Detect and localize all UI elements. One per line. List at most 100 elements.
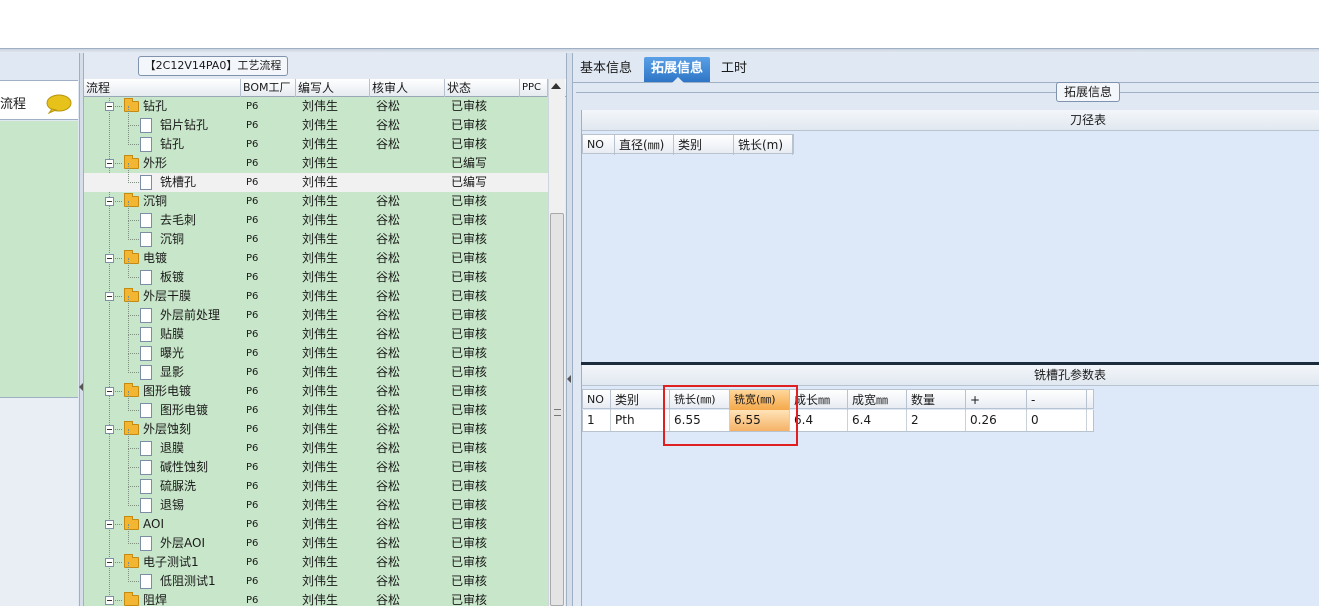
table-row[interactable]: 沉铜 P6 刘伟生 谷松 已审核 (84, 220, 548, 249)
table-row[interactable]: 图形电镀 P6 刘伟生 谷松 已审核 (84, 391, 548, 420)
node-label: 碱性蚀刻 (160, 460, 209, 474)
column-header-status[interactable]: 状态 (445, 79, 520, 97)
writer-cell: 刘伟生 (302, 365, 339, 379)
table-row[interactable]: 硫脲洗 P6 刘伟生 谷松 已审核 (84, 467, 548, 496)
writer-cell: 刘伟生 (302, 517, 339, 531)
cell-no[interactable]: 1 (583, 410, 611, 431)
node-label: 沉铜 (160, 232, 185, 246)
document-icon (140, 479, 152, 494)
collapse-toggle-icon[interactable] (105, 425, 114, 434)
col-finish-length[interactable]: 成长㎜ (790, 390, 848, 410)
table-row[interactable]: 外形 P6 刘伟生 已编写 (84, 154, 548, 173)
scrollbar-thumb[interactable] (550, 213, 564, 606)
col-quantity[interactable]: 数量 (907, 390, 966, 410)
collapse-toggle-icon[interactable] (105, 254, 114, 263)
table-row[interactable]: 曝光 P6 刘伟生 谷松 已审核 (84, 334, 548, 363)
column-header-writer[interactable]: 编写人 (296, 79, 370, 97)
tab-basic-info[interactable]: 基本信息 (573, 57, 639, 82)
tree-connector (128, 315, 139, 316)
cell-finish-width[interactable]: 6.4 (848, 410, 907, 431)
table-row[interactable]: 铝片钻孔 P6 刘伟生 谷松 已审核 (84, 106, 548, 135)
table-row[interactable]: 阻焊 P6 刘伟生 谷松 已审核 (84, 591, 548, 606)
cell-category[interactable]: Pth (611, 410, 670, 431)
column-header-reviewer[interactable]: 核审人 (370, 79, 445, 97)
col-no[interactable]: NO (583, 390, 611, 410)
table-row[interactable]: 退锡 P6 刘伟生 谷松 已审核 (84, 486, 548, 515)
col-category[interactable]: 类别 (611, 390, 670, 410)
table-row[interactable]: 板镀 P6 刘伟生 谷松 已审核 (84, 258, 548, 287)
table-row[interactable]: 贴膜 P6 刘伟生 谷松 已审核 (84, 315, 548, 344)
scroll-up-icon[interactable] (551, 83, 561, 89)
col-plus-tol[interactable]: + (966, 390, 1027, 410)
tree-connector (128, 163, 129, 183)
bom-cell: P6 (246, 557, 259, 568)
column-header-process[interactable]: 流程 (84, 79, 241, 97)
table-row[interactable]: 外层前处理 P6 刘伟生 谷松 已审核 (84, 296, 548, 325)
node-label: 板镀 (160, 270, 185, 284)
bom-cell: P6 (246, 500, 259, 511)
col-minus-tol[interactable]: - (1027, 390, 1087, 410)
active-tab-indicator (672, 77, 684, 83)
table-row[interactable]: 1 Pth 6.55 6.55 6.4 6.4 2 0.26 0 (582, 410, 1094, 432)
node-label: 铣槽孔 (160, 175, 197, 189)
cell-minus-tol[interactable]: 0 (1027, 410, 1087, 431)
collapse-toggle-icon[interactable] (105, 159, 114, 168)
cell-quantity[interactable]: 2 (907, 410, 966, 431)
writer-cell: 刘伟生 (302, 555, 339, 569)
col-diameter[interactable]: 直径(㎜) (615, 135, 674, 155)
tree-connector (128, 144, 139, 145)
tab-work-hours[interactable]: 工时 (714, 57, 754, 82)
collapse-toggle-icon[interactable] (105, 596, 114, 605)
writer-cell: 刘伟生 (302, 384, 339, 398)
collapse-toggle-icon[interactable] (105, 520, 114, 529)
bom-cell: P6 (246, 234, 259, 245)
table-row[interactable]: 退膜 P6 刘伟生 谷松 已审核 (84, 429, 548, 458)
process-tree-scrollbar[interactable] (548, 79, 565, 606)
table-row[interactable]: 电镀 P6 刘伟生 谷松 已审核 (84, 249, 548, 268)
tree-connector (115, 429, 122, 430)
col-no[interactable]: NO (583, 135, 615, 155)
writer-cell: 刘伟生 (302, 441, 339, 455)
table-row[interactable]: 外层AOI P6 刘伟生 谷松 已审核 (84, 524, 548, 553)
tree-connector (128, 505, 139, 506)
col-category[interactable]: 类别 (674, 135, 734, 155)
middle-splitter[interactable] (566, 53, 573, 606)
bom-cell: P6 (246, 253, 259, 264)
col-mill-length[interactable]: 铣长(m) (734, 135, 793, 155)
table-row[interactable]: 沉铜 P6 刘伟生 谷松 已审核 (84, 192, 548, 211)
tree-connector (128, 448, 129, 468)
table-row[interactable]: 去毛刺 P6 刘伟生 谷松 已审核 (84, 201, 548, 230)
reviewer-cell: 谷松 (376, 270, 401, 284)
document-icon (140, 441, 152, 456)
left-sidebar-list (0, 121, 78, 398)
node-label: 去毛刺 (160, 213, 197, 227)
table-row[interactable]: 图形电镀 P6 刘伟生 谷松 已审核 (84, 382, 548, 401)
table-row[interactable]: 外层干膜 P6 刘伟生 谷松 已审核 (84, 287, 548, 306)
status-cell: 已审核 (451, 365, 488, 379)
col-finish-width[interactable]: 成宽㎜ (848, 390, 907, 410)
column-header-ppc[interactable]: PPC (520, 79, 548, 97)
collapse-toggle-icon[interactable] (105, 197, 114, 206)
table-row[interactable]: 钻孔 P6 刘伟生 谷松 已审核 (84, 97, 548, 116)
cell-plus-tol[interactable]: 0.26 (966, 410, 1027, 431)
table-row[interactable]: 电子测试1 P6 刘伟生 谷松 已审核 (84, 553, 548, 572)
tree-connector (128, 258, 129, 278)
tree-connector (115, 391, 122, 392)
table-row[interactable]: 低阻测试1 P6 刘伟生 谷松 已审核 (84, 562, 548, 591)
table-row[interactable]: 显影 P6 刘伟生 谷松 已审核 (84, 353, 548, 382)
table-row[interactable]: 外层蚀刻 P6 刘伟生 谷松 已审核 (84, 420, 548, 439)
table-row[interactable]: AOI P6 刘伟生 谷松 已审核 (84, 515, 548, 534)
collapse-toggle-icon[interactable] (105, 387, 114, 396)
table-row[interactable]: 钻孔 P6 刘伟生 谷松 已审核 (84, 125, 548, 154)
table-row[interactable]: 铣槽孔 P6 刘伟生 已编写 (84, 163, 548, 192)
document-icon (140, 346, 152, 361)
table-row[interactable]: 碱性蚀刻 P6 刘伟生 谷松 已审核 (84, 448, 548, 477)
collapse-toggle-icon[interactable] (105, 558, 114, 567)
collapse-toggle-icon[interactable] (105, 292, 114, 301)
column-header-bom[interactable]: BOM工厂 (241, 79, 296, 97)
collapse-toggle-icon[interactable] (105, 102, 114, 111)
node-label: 显影 (160, 365, 185, 379)
status-cell: 已审核 (451, 118, 488, 132)
cell-finish-length[interactable]: 6.4 (790, 410, 848, 431)
chat-bubble-icon[interactable] (46, 94, 72, 114)
